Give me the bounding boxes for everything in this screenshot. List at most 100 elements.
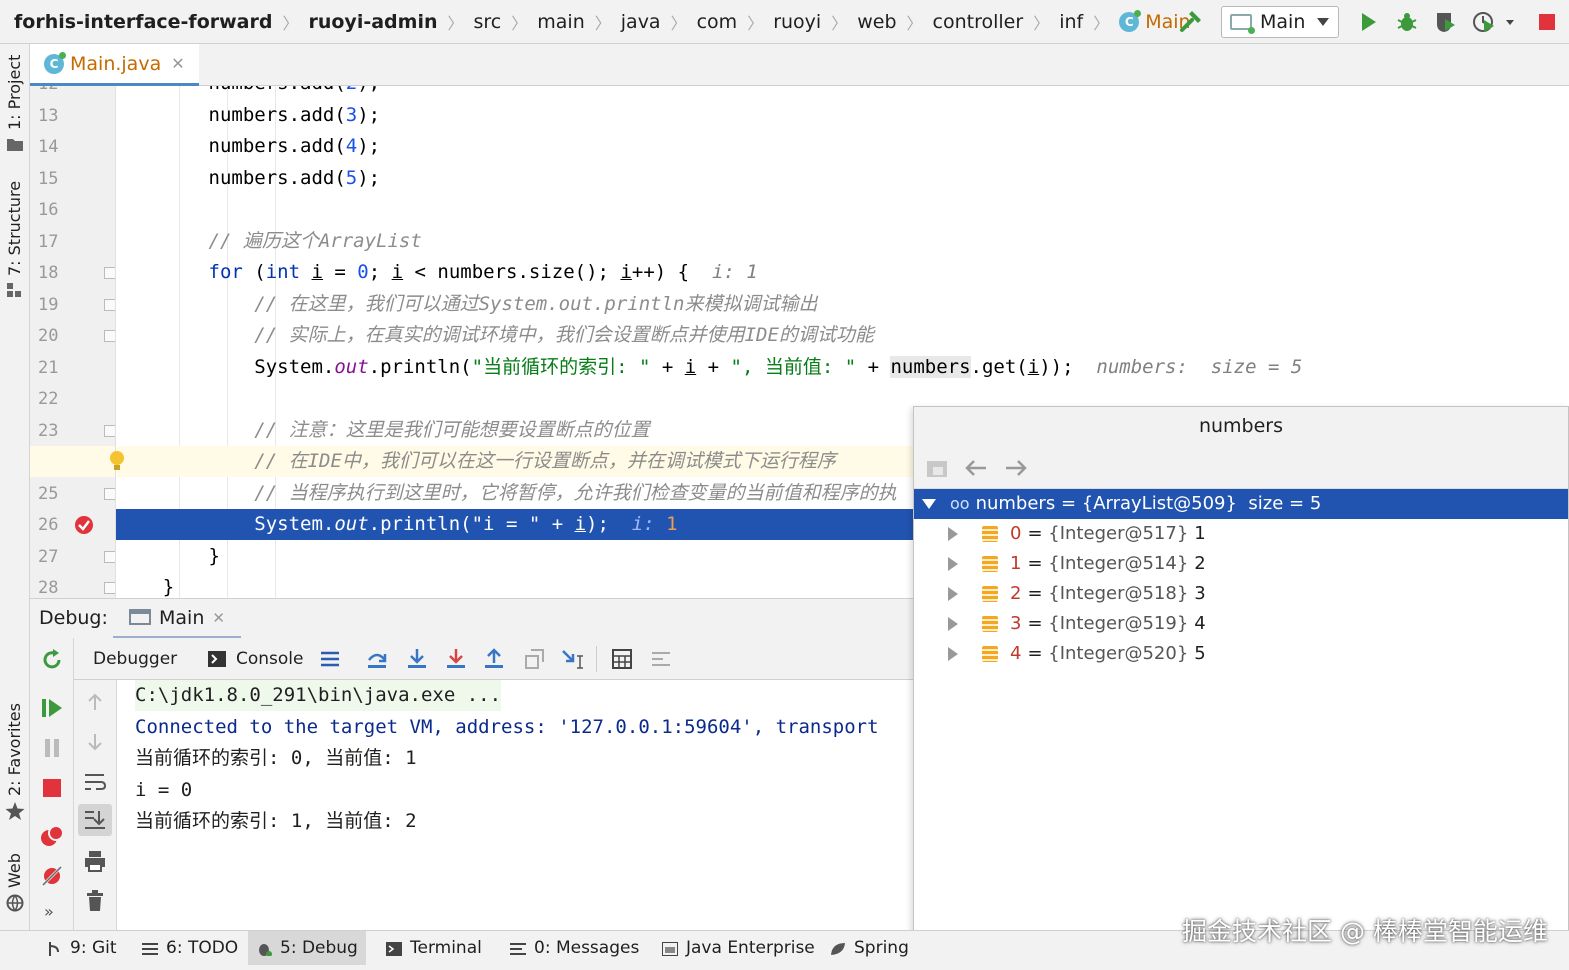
tab-debugger[interactable]: Debugger: [93, 649, 177, 669]
bottom-tab[interactable]: Spring: [822, 931, 917, 965]
tab-main-java[interactable]: C Main.java ✕: [30, 44, 199, 86]
project-tool-tab[interactable]: 1: Project: [5, 55, 24, 130]
debug-icon[interactable]: [1395, 10, 1419, 34]
evaluate-expression-icon[interactable]: [612, 649, 632, 669]
code-line[interactable]: numbers.add(5);: [117, 163, 1569, 194]
fold-marker[interactable]: [104, 487, 115, 500]
item-ref: {Integer@518}: [1048, 583, 1189, 604]
code-text: // 当程序执行到这里时，它将暂停，允许我们检查变量的当前值和程序的执: [254, 481, 897, 504]
breadcrumb-item[interactable]: controller: [933, 11, 1024, 33]
favorites-tool-tab[interactable]: 2: Favorites: [5, 703, 24, 796]
expand-right-icon[interactable]: [948, 587, 958, 601]
expand-right-icon[interactable]: [948, 617, 958, 631]
breadcrumb-item[interactable]: com: [697, 11, 738, 33]
fold-marker[interactable]: [104, 267, 115, 279]
view-breakpoints-icon[interactable]: [40, 824, 64, 848]
run-to-cursor-icon[interactable]: [561, 648, 585, 670]
fold-marker[interactable]: [104, 550, 115, 563]
editor-gutter[interactable]: 1213141516171819202122232425262728: [30, 86, 116, 598]
tree-root-row[interactable]: oo numbers = {ArrayList@509} size = 5: [914, 489, 1568, 519]
breadcrumb-item[interactable]: java: [621, 11, 661, 33]
pause-icon[interactable]: [40, 736, 64, 760]
copy-tree-icon[interactable]: [926, 457, 950, 479]
intention-bulb-icon[interactable]: [108, 450, 126, 472]
code-line[interactable]: // 实际上，在真实的调试环境中，我们会设置断点并使用IDE的调试功能: [117, 320, 1569, 351]
breadcrumb-item[interactable]: src: [474, 11, 502, 33]
code-text: numbers.add(2);: [117, 86, 381, 94]
print-icon[interactable]: [84, 850, 106, 872]
tab-console[interactable]: Console: [208, 649, 304, 669]
more-actions-icon[interactable]: »: [44, 902, 54, 921]
code-line[interactable]: [117, 194, 1569, 225]
step-out-icon[interactable]: [483, 648, 505, 670]
bottom-tab[interactable]: 9: Git: [38, 931, 125, 965]
stop-icon[interactable]: [40, 776, 64, 800]
code-line[interactable]: // 遍历这个ArrayList: [117, 226, 1569, 257]
resume-program-icon[interactable]: [40, 696, 64, 720]
close-icon[interactable]: ✕: [212, 609, 225, 627]
fold-marker[interactable]: [104, 582, 115, 594]
code-line[interactable]: // 在这里，我们可以通过System.out.println来模拟调试输出: [117, 289, 1569, 320]
code-line[interactable]: numbers.add(2);: [117, 86, 1569, 99]
stop-icon[interactable]: [1535, 10, 1559, 34]
breadcrumb-item[interactable]: forhis-interface-forward: [14, 11, 272, 33]
expand-right-icon[interactable]: [948, 647, 958, 661]
web-tool-tab[interactable]: Web: [5, 853, 24, 888]
tree-item-row[interactable]: 3 = {Integer@519} 4: [914, 609, 1568, 639]
console-line: 当前循环的索引: 1, 当前值: 2: [135, 810, 417, 832]
variable-tree[interactable]: oo numbers = {ArrayList@509} size = 5 0 = {…: [914, 489, 1568, 969]
drop-frame-icon[interactable]: [523, 648, 545, 670]
bottom-tab[interactable]: Java Enterprise: [654, 931, 823, 965]
step-into-icon[interactable]: [406, 648, 428, 670]
arrow-down-icon[interactable]: [85, 732, 105, 752]
menu-lines-icon[interactable]: [320, 650, 340, 668]
profile-icon[interactable]: [1472, 10, 1516, 34]
step-over-icon[interactable]: [366, 648, 388, 670]
item-index: 2: [1010, 583, 1022, 604]
expand-right-icon[interactable]: [948, 557, 958, 571]
arrow-up-icon[interactable]: [85, 692, 105, 712]
breadcrumb-item[interactable]: main: [537, 11, 584, 33]
expand-down-icon[interactable]: [922, 499, 936, 509]
forward-arrow-icon[interactable]: [1004, 457, 1028, 479]
close-icon[interactable]: ✕: [171, 54, 184, 73]
tree-item-row[interactable]: 0 = {Integer@517} 1: [914, 519, 1568, 549]
hammer-build-icon[interactable]: [1178, 10, 1204, 34]
bottom-tab[interactable]: 5: Debug: [248, 931, 366, 965]
coverage-icon[interactable]: [1433, 10, 1457, 34]
tree-item-row[interactable]: 4 = {Integer@520} 5: [914, 639, 1568, 669]
item-value: 4: [1194, 613, 1206, 634]
expand-right-icon[interactable]: [948, 527, 958, 541]
bottom-tab[interactable]: 0: Messages: [502, 931, 647, 965]
tree-item-row[interactable]: 1 = {Integer@514} 2: [914, 549, 1568, 579]
breadcrumb-item[interactable]: web: [857, 11, 896, 33]
code-line[interactable]: numbers.add(3);: [117, 100, 1569, 131]
run-icon[interactable]: [1356, 10, 1380, 34]
fold-marker[interactable]: [104, 298, 115, 311]
breakpoint-icon[interactable]: [74, 515, 94, 535]
scroll-to-end-toggle[interactable]: [78, 804, 112, 836]
bottom-tab[interactable]: Terminal: [378, 931, 490, 965]
trace-current-stream-icon[interactable]: [651, 649, 671, 669]
rerun-icon[interactable]: [40, 648, 64, 672]
debug-session-tab[interactable]: Main ✕: [113, 599, 241, 639]
code-line[interactable]: System.out.println("当前循环的索引: " + i + ", …: [117, 352, 1569, 383]
run-configuration-select[interactable]: Main: [1221, 6, 1339, 38]
trash-icon[interactable]: [85, 890, 105, 912]
force-step-into-icon[interactable]: [445, 648, 467, 670]
bottom-tab[interactable]: 6: TODO: [134, 931, 246, 965]
mute-breakpoints-icon[interactable]: [40, 864, 64, 888]
variable-inspection-popup[interactable]: numbers oo numbers = {ArrayList@509} size…: [913, 406, 1569, 970]
soft-wrap-icon[interactable]: [84, 772, 106, 792]
breadcrumb-item[interactable]: inf: [1059, 11, 1083, 33]
console-output[interactable]: C:\jdk1.8.0_291\bin\java.exe ... Connecte…: [117, 680, 913, 930]
breadcrumb-item[interactable]: ruoyi-admin: [308, 11, 437, 33]
back-arrow-icon[interactable]: [964, 457, 988, 479]
structure-tool-tab[interactable]: 7: Structure: [5, 181, 24, 276]
code-line[interactable]: for (int i = 0; i < numbers.size(); i++)…: [117, 257, 1569, 288]
code-line[interactable]: numbers.add(4);: [117, 131, 1569, 162]
fold-marker[interactable]: [104, 424, 115, 437]
fold-marker[interactable]: [104, 330, 115, 342]
breadcrumb-item[interactable]: ruoyi: [773, 11, 821, 33]
tree-item-row[interactable]: 2 = {Integer@518} 3: [914, 579, 1568, 609]
